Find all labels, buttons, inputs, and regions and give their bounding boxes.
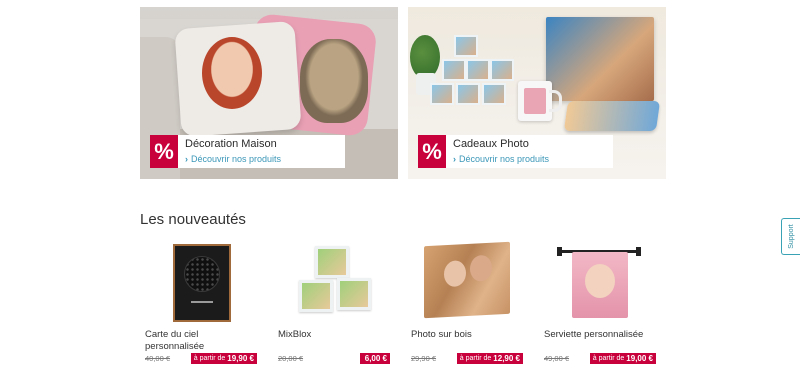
banner-title: Décoration Maison xyxy=(185,138,277,150)
product-image-star-map[interactable] xyxy=(140,240,262,322)
product-card[interactable]: MixBlox 20,00 € 6,00 € xyxy=(273,240,395,366)
banner-image-photo-cube xyxy=(490,59,514,81)
section-title-new-products: Les nouveautés xyxy=(140,211,246,228)
product-price: 19,00 € xyxy=(626,354,653,363)
banner-image-photo-mug xyxy=(518,81,562,121)
support-tab[interactable]: Support xyxy=(781,218,800,255)
price-prefix: à partir de xyxy=(193,355,226,362)
banner-image-photo-cube xyxy=(456,83,480,105)
price-prefix: à partir de xyxy=(459,355,492,362)
banner-image-photo-cube xyxy=(466,59,490,81)
product-card[interactable]: Photo sur bois 29,90 € à partir de 12,90… xyxy=(406,240,528,366)
banner-decoration-maison[interactable]: % Décoration Maison › Découvrir nos prod… xyxy=(140,7,398,179)
discover-products-link[interactable]: › Découvrir nos produits xyxy=(185,154,281,164)
banner-image-photo-puzzle xyxy=(546,17,654,101)
product-name[interactable]: Photo sur bois xyxy=(411,329,523,341)
product-old-price: 49,00 € xyxy=(544,354,570,363)
banner-image-photo-cube xyxy=(430,83,454,105)
product-price: 6,00 € xyxy=(364,354,387,363)
banner-card[interactable]: % Décoration Maison › Découvrir nos prod… xyxy=(150,135,345,168)
discover-products-link[interactable]: › Découvrir nos produits xyxy=(453,154,549,164)
banner-image-photo-cube xyxy=(442,59,466,81)
banner-image-woman-photo xyxy=(202,37,262,109)
chevron-right-icon: › xyxy=(185,154,188,164)
product-old-price: 40,00 € xyxy=(145,354,171,363)
support-label: Support xyxy=(787,224,795,249)
product-image-mixblox[interactable] xyxy=(273,240,395,322)
product-price-badge: à partir de 19,90 € xyxy=(190,353,257,364)
banner-image-photo-cube xyxy=(482,83,506,105)
percent-badge-icon: % xyxy=(150,135,178,168)
discover-products-label: Découvrir nos produits xyxy=(191,154,282,164)
percent-badge-icon: % xyxy=(418,135,446,168)
product-price-badge: 6,00 € xyxy=(359,353,390,364)
chevron-right-icon: › xyxy=(453,154,456,164)
product-image-photo-on-wood[interactable] xyxy=(406,240,528,322)
price-prefix: à partir de xyxy=(592,355,625,362)
product-name[interactable]: MixBlox xyxy=(278,329,390,341)
product-name[interactable]: Serviette personnalisée xyxy=(544,329,656,341)
banner-image-photo-cube xyxy=(454,35,478,57)
discover-products-label: Découvrir nos produits xyxy=(459,154,550,164)
product-price-badge: à partir de 19,00 € xyxy=(589,353,656,364)
product-price-badge: à partir de 12,90 € xyxy=(456,353,523,364)
banner-title: Cadeaux Photo xyxy=(453,138,529,150)
banner-image-mousepad xyxy=(563,101,661,131)
product-price: 19,90 € xyxy=(227,354,254,363)
banner-cadeaux-photo[interactable]: % Cadeaux Photo › Découvrir nos produits xyxy=(408,7,666,179)
product-name[interactable]: Carte du ciel personnalisée xyxy=(145,329,257,352)
product-old-price: 20,00 € xyxy=(278,354,304,363)
product-price: 12,90 € xyxy=(493,354,520,363)
product-old-price: 29,90 € xyxy=(411,354,437,363)
banner-card[interactable]: % Cadeaux Photo › Découvrir nos produits xyxy=(418,135,613,168)
banner-image-cat-photo xyxy=(300,39,368,123)
product-card[interactable]: Serviette personnalisée 49,00 € à partir… xyxy=(539,240,661,366)
product-card[interactable]: Carte du ciel personnalisée 40,00 € à pa… xyxy=(140,240,262,366)
product-image-personalized-towel[interactable] xyxy=(539,240,661,322)
